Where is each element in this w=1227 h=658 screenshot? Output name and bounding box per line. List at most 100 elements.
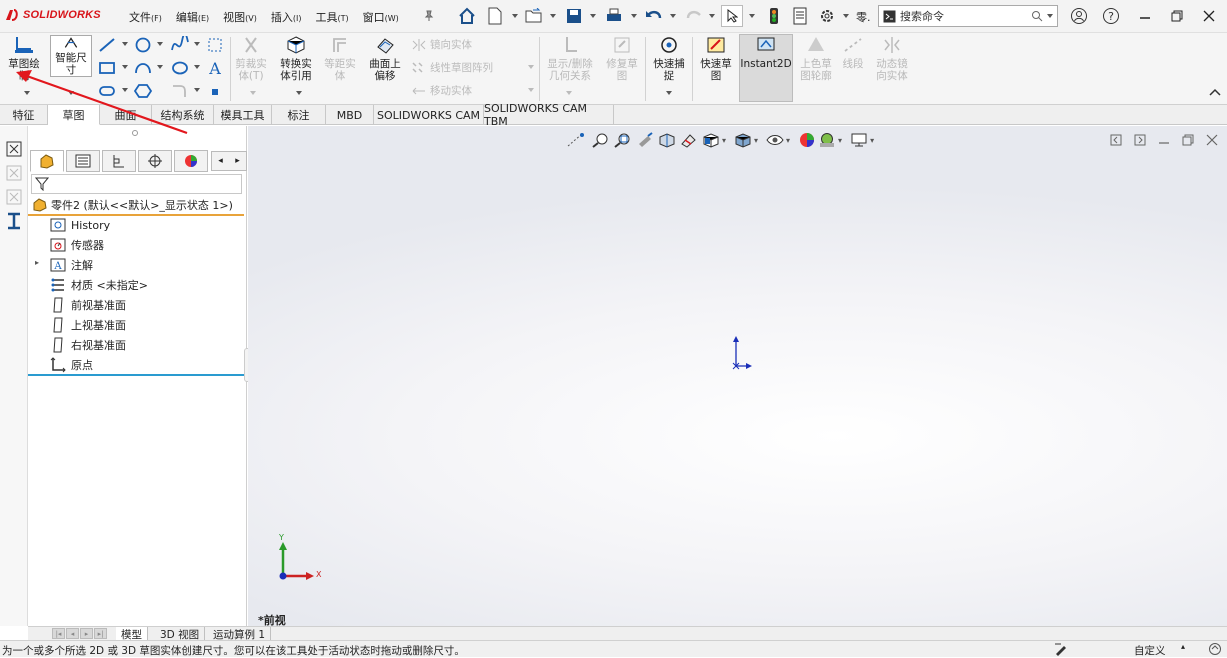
sketch-edit-status-icon[interactable]: [1054, 642, 1068, 656]
tab-solidworks-cam[interactable]: SOLIDWORKS CAM: [374, 105, 484, 125]
options-gear-icon[interactable]: [816, 5, 838, 27]
redo-dropdown-icon[interactable]: [709, 14, 715, 18]
ellipse-dropdown-icon[interactable]: [194, 65, 200, 69]
expand-arrow-icon[interactable]: ▸: [35, 258, 39, 267]
collapse-ribbon-icon[interactable]: [1209, 88, 1221, 96]
tab-sketch[interactable]: 草图: [48, 105, 100, 125]
user-account-icon[interactable]: [1068, 5, 1090, 27]
open-folder-icon[interactable]: [523, 5, 545, 27]
menu-edit[interactable]: 编辑(E): [169, 9, 216, 25]
display-style-dropdown-icon[interactable]: ▾: [754, 136, 758, 145]
search-icon[interactable]: [1031, 10, 1043, 22]
tree-item-origin[interactable]: 原点: [50, 356, 93, 374]
menu-insert[interactable]: 插入(I): [264, 9, 309, 25]
file-properties-icon[interactable]: [789, 5, 811, 27]
undo-icon[interactable]: [643, 5, 665, 27]
apply-scene-dropdown-icon[interactable]: ▾: [838, 136, 842, 145]
tree-root-part[interactable]: 零件2 (默认<<默认>_显示状态 1>): [32, 196, 233, 214]
quick-snap-dropdown-icon[interactable]: [666, 91, 672, 95]
trim-dropdown-icon[interactable]: [250, 91, 256, 95]
repair-sketch-button[interactable]: 修复草 图: [602, 35, 642, 82]
convert-dropdown-icon[interactable]: [296, 91, 302, 95]
options-dropdown-icon[interactable]: [843, 14, 849, 18]
home-icon[interactable]: [456, 5, 478, 27]
spline-dropdown-icon[interactable]: [194, 42, 200, 46]
rollback-bar[interactable]: [28, 374, 244, 376]
text-tool-icon[interactable]: A: [206, 59, 224, 77]
search-dropdown-icon[interactable]: [1047, 14, 1053, 18]
offset-on-surface-button[interactable]: 曲面上 偏移: [364, 35, 406, 82]
tab-3d-views[interactable]: 3D 视图: [155, 627, 206, 641]
hide-show-items-icon[interactable]: [766, 132, 784, 148]
mirror-entities-button[interactable]: 镜向实体: [411, 37, 472, 52]
new-dropdown-icon[interactable]: [512, 14, 518, 18]
print-icon[interactable]: [603, 5, 625, 27]
tree-filter-box[interactable]: [31, 174, 242, 194]
arc-dropdown-icon[interactable]: [157, 65, 163, 69]
redo-icon[interactable]: [683, 5, 705, 27]
line-dropdown-icon[interactable]: [122, 42, 128, 46]
scroll-left-icon[interactable]: ◂: [218, 156, 223, 166]
tab-structure-system[interactable]: 结构系统: [152, 105, 214, 125]
tab-markup[interactable]: 标注: [272, 105, 326, 125]
view-orientation-icon[interactable]: [702, 132, 720, 148]
smart-dimension-button[interactable]: 智能尺 寸: [50, 35, 92, 77]
zoom-to-fit-icon[interactable]: [592, 132, 610, 148]
rapid-sketch-button[interactable]: 快速草 图: [695, 35, 737, 82]
pane-right-icon[interactable]: [1134, 134, 1146, 146]
slot-tool-icon[interactable]: [97, 82, 117, 100]
scroll-right-icon[interactable]: ▸: [235, 156, 240, 166]
line-tool-icon[interactable]: [97, 36, 117, 54]
previous-view-arrow-icon[interactable]: [636, 132, 654, 148]
trim-entities-button[interactable]: 剪裁实 体(T): [232, 35, 270, 82]
help-icon[interactable]: ?: [1100, 5, 1122, 27]
pattern-dropdown-icon[interactable]: [528, 65, 534, 69]
panel-grip-icon[interactable]: [132, 130, 138, 136]
fillet-tool-icon[interactable]: [170, 82, 190, 100]
tab-solidworks-cam-tbm[interactable]: SOLIDWORKS CAM TBM: [484, 102, 614, 128]
tab-surfaces[interactable]: 曲面: [100, 105, 152, 125]
property-manager-tab[interactable]: [66, 150, 100, 172]
tree-item-top-plane[interactable]: 上视基准面: [50, 316, 126, 334]
display-style-icon[interactable]: [734, 132, 752, 148]
quick-snaps-button[interactable]: 快速捕 捉: [648, 35, 690, 82]
hide-show-dropdown-icon[interactable]: ▾: [786, 136, 790, 145]
segment-button[interactable]: 线段: [838, 35, 868, 70]
construction-geometry-icon[interactable]: [206, 36, 224, 54]
next-tab-icon[interactable]: ▸: [80, 628, 93, 639]
linear-pattern-button[interactable]: 线性草图阵列: [411, 60, 493, 75]
shaded-sketch-contours-button[interactable]: 上色草 图轮廓: [796, 35, 836, 82]
zoom-to-area-icon[interactable]: [614, 132, 632, 148]
graphics-area[interactable]: ▾ ▾ ▾ ▾ ▾ Y X *前视: [248, 126, 1227, 627]
instant2d-button[interactable]: Instant2D: [739, 34, 793, 102]
view-settings-dropdown-icon[interactable]: ▾: [870, 136, 874, 145]
view-orientation-dropdown-icon[interactable]: ▾: [722, 136, 726, 145]
open-dropdown-icon[interactable]: [550, 14, 556, 18]
spline-tool-icon[interactable]: [170, 36, 190, 54]
close-icon[interactable]: [1198, 5, 1220, 27]
display-relations-button[interactable]: 显示/删除 几何关系: [542, 35, 598, 82]
menu-file[interactable]: 文件(F): [122, 9, 169, 25]
last-tab-icon[interactable]: ▸|: [94, 628, 107, 639]
menu-view[interactable]: 视图(V): [216, 9, 264, 25]
circle-tool-icon[interactable]: [133, 36, 153, 54]
display-manager-tab[interactable]: [174, 150, 208, 172]
tree-item-material[interactable]: 材质 <未指定>: [50, 276, 148, 294]
pane-left-icon[interactable]: [1110, 134, 1122, 146]
circle-dropdown-icon[interactable]: [157, 42, 163, 46]
sketch-plane-icon[interactable]: [5, 140, 23, 158]
undo-dropdown-icon[interactable]: [670, 14, 676, 18]
select-dropdown-icon[interactable]: [749, 14, 755, 18]
search-box[interactable]: 搜索命令: [878, 5, 1058, 27]
tab-motion-study[interactable]: 运动算例 1: [208, 627, 272, 641]
doc-close-icon[interactable]: [1206, 134, 1218, 146]
dynamic-mirror-button[interactable]: 动态镜 向实体: [870, 35, 914, 82]
pin-icon[interactable]: [418, 5, 440, 27]
dimension-i-beam-icon[interactable]: [5, 212, 23, 230]
menu-tools[interactable]: 工具(T): [308, 9, 355, 25]
select-arrow-icon[interactable]: [721, 5, 743, 27]
rebuild-status-icon[interactable]: [1208, 642, 1222, 656]
ellipse-tool-icon[interactable]: [170, 59, 190, 77]
dimxpert-manager-tab[interactable]: [138, 150, 172, 172]
polygon-tool-icon[interactable]: [133, 82, 153, 100]
